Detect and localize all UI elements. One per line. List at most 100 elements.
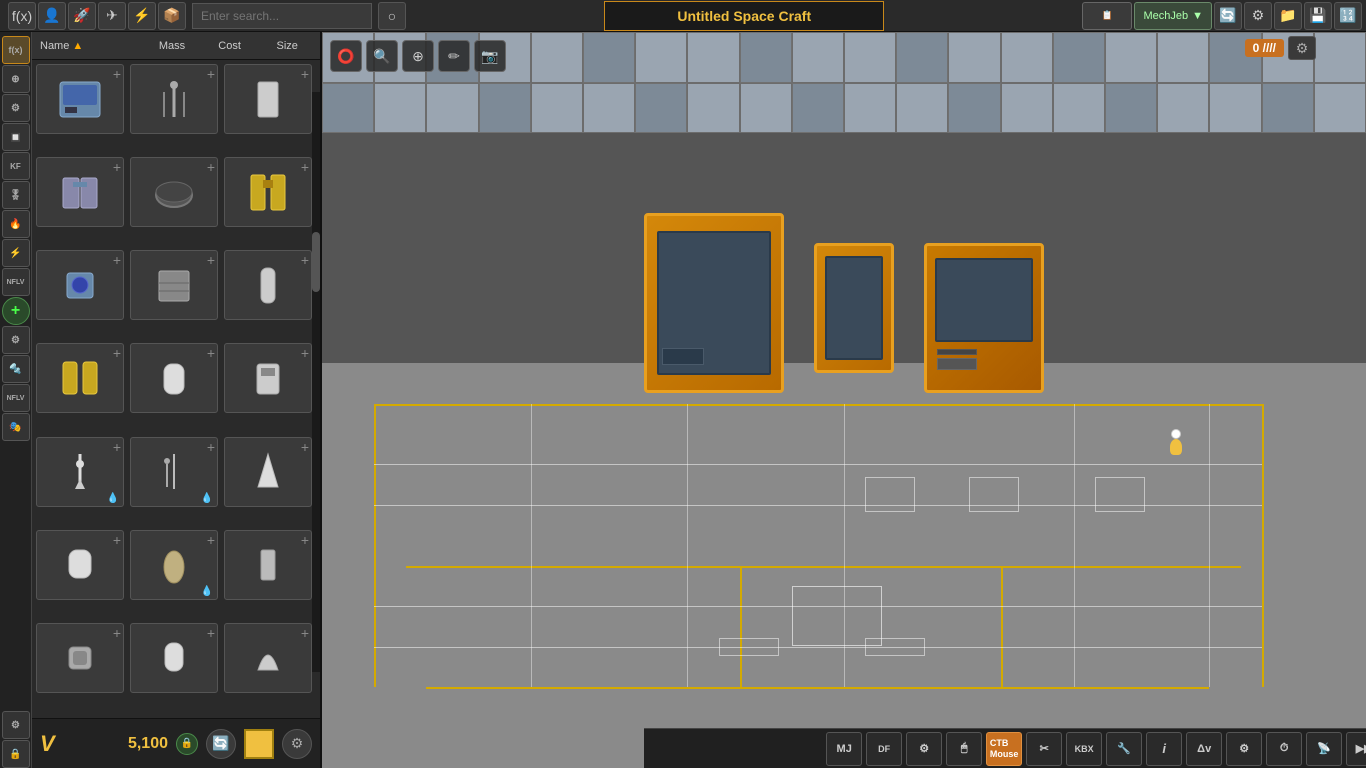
view-btn-crosshair[interactable]: ⊕ (402, 40, 434, 72)
toolbar-func-btn[interactable]: f(x) (8, 2, 36, 30)
part-item[interactable]: + 💧 (36, 437, 124, 507)
toolbar-person-btn[interactable]: 👤 (38, 2, 66, 30)
part-item[interactable]: + 💧 (130, 437, 218, 507)
craft-unit-right[interactable] (924, 243, 1044, 393)
col-cost[interactable]: Cost (201, 40, 259, 52)
toolbar-rocket-btn[interactable]: 🚀 (68, 2, 96, 30)
view-btn-search[interactable]: 🔍 (366, 40, 398, 72)
parts-bottom: V 5,100 🔒 🔄 ⚙ (32, 718, 320, 768)
part-item[interactable]: + (224, 64, 312, 134)
col-mass[interactable]: Mass (143, 40, 201, 52)
part-add-icon: + (207, 533, 215, 547)
part-icon (144, 447, 204, 497)
bb-kbx[interactable]: KBX (1066, 732, 1102, 766)
part-add-icon: + (301, 626, 309, 640)
toolbar-bolt-btn[interactable]: ⚡ (128, 2, 156, 30)
bb-mj[interactable]: MJ (826, 732, 862, 766)
rt-btn-4[interactable]: 💾 (1304, 2, 1332, 30)
part-item[interactable]: + (130, 64, 218, 134)
part-item[interactable]: + (130, 250, 218, 320)
part-icon (144, 74, 204, 124)
bb-skip[interactable]: ▶▶ (1346, 732, 1366, 766)
view-btn-camera[interactable]: 📷 (474, 40, 506, 72)
bb-mouse[interactable]: 🖱 (946, 732, 982, 766)
bb-info[interactable]: i (1146, 732, 1182, 766)
part-item[interactable]: + (130, 623, 218, 693)
craft-title[interactable]: Untitled Space Craft (604, 1, 884, 31)
cat-command[interactable]: 🎖 (2, 181, 30, 209)
rt-btn-1[interactable]: 🔄 (1214, 2, 1242, 30)
part-item[interactable]: + 💧 (130, 530, 218, 600)
part-item[interactable]: + (36, 530, 124, 600)
part-item[interactable]: + (224, 157, 312, 227)
cat-all[interactable]: ⊕ (2, 65, 30, 93)
cat-fuel[interactable]: 🔥 (2, 210, 30, 238)
part-item[interactable]: + (224, 250, 312, 320)
toolbar-circle-btn[interactable]: ○ (378, 2, 406, 30)
craft-detail2 (937, 349, 977, 355)
part-item[interactable]: + (224, 343, 312, 413)
part-add-icon: + (113, 440, 121, 454)
bb-gear2[interactable]: ⚙ (1226, 732, 1262, 766)
cat-kf[interactable]: KF (2, 152, 30, 180)
cat-parts[interactable]: 🔩 (2, 355, 30, 383)
bb-gear[interactable]: ⚙ (906, 732, 942, 766)
part-item[interactable]: + (224, 437, 312, 507)
part-icon (50, 167, 110, 217)
part-add-icon: + (301, 533, 309, 547)
part-item[interactable]: + (224, 530, 312, 600)
cat-nflv2[interactable]: NFLV (2, 384, 30, 412)
window-cell (1314, 83, 1366, 134)
part-icon (144, 260, 204, 310)
cat-bot1[interactable]: ⚙ (2, 711, 30, 739)
bb-wrench[interactable]: 🔧 (1106, 732, 1142, 766)
craft-unit-medium[interactable] (814, 243, 894, 373)
scroll-thumb[interactable] (312, 232, 320, 292)
toolbar-plane-btn[interactable]: ✈ (98, 2, 126, 30)
cat-structural[interactable]: 🔲 (2, 123, 30, 151)
bb-signal[interactable]: 📡 (1306, 732, 1342, 766)
bb-ctb[interactable]: CTBMouse (986, 732, 1022, 766)
cat-nflv[interactable]: NFLV (2, 268, 30, 296)
part-item[interactable]: + (130, 157, 218, 227)
part-item[interactable]: + (36, 343, 124, 413)
top-bar: f(x) 👤 🚀 ✈ ⚡ 📦 ○ Untitled Space Craft 📋 … (0, 0, 1366, 32)
craft-detail (937, 358, 977, 370)
view-btn-circle[interactable]: ⭕ (330, 40, 362, 72)
cat-add[interactable]: + (2, 297, 30, 325)
cat-misc[interactable]: 🎭 (2, 413, 30, 441)
yellow-square-btn[interactable] (244, 729, 274, 759)
bb-dv[interactable]: Δv (1186, 732, 1222, 766)
rt-btn-2[interactable]: ⚙ (1244, 2, 1272, 30)
view-btn-edit[interactable]: ✏ (438, 40, 470, 72)
cat-electric[interactable]: ⚡ (2, 239, 30, 267)
part-item[interactable]: + (36, 64, 124, 134)
top-speed-btn[interactable]: ⚙ (1288, 36, 1316, 60)
parts-scrollbar[interactable] (312, 92, 320, 672)
category-sidebar: f(x) ⊕ ⚙ 🔲 KF 🎖 🔥 ⚡ NFLV + ⚙ 🔩 NFLV 🎭 ⚙ … (0, 32, 32, 768)
part-item[interactable]: + (130, 343, 218, 413)
cat-func[interactable]: f(x) (2, 36, 30, 64)
search-input[interactable] (192, 3, 372, 29)
part-item[interactable]: + (36, 157, 124, 227)
cat-gear[interactable]: ⚙ (2, 326, 30, 354)
cat-bot2[interactable]: 🔒 (2, 740, 30, 768)
bb-df[interactable]: DF (866, 732, 902, 766)
part-item[interactable]: + (36, 250, 124, 320)
funds-refresh-btn[interactable]: 🔄 (206, 729, 236, 759)
bb-scissors[interactable]: ✂ (1026, 732, 1062, 766)
col-size[interactable]: Size (258, 40, 316, 52)
window-cell (426, 83, 478, 134)
col-name[interactable]: Name ▲ (36, 40, 143, 52)
rt-btn-3[interactable]: 📁 (1274, 2, 1302, 30)
bb-clock[interactable]: ⏱ (1266, 732, 1302, 766)
mechjeb-dropdown[interactable]: MechJeb ▼ (1134, 2, 1212, 30)
part-item[interactable]: + (36, 623, 124, 693)
rt-btn-5[interactable]: 🔢 (1334, 2, 1362, 30)
cat-engine[interactable]: ⚙ (2, 94, 30, 122)
part-add-icon: + (113, 160, 121, 174)
part-item[interactable]: + (224, 623, 312, 693)
craft-unit-large[interactable] (644, 213, 784, 393)
toolbar-box-btn[interactable]: 📦 (158, 2, 186, 30)
bottom-gear-btn[interactable]: ⚙ (282, 729, 312, 759)
